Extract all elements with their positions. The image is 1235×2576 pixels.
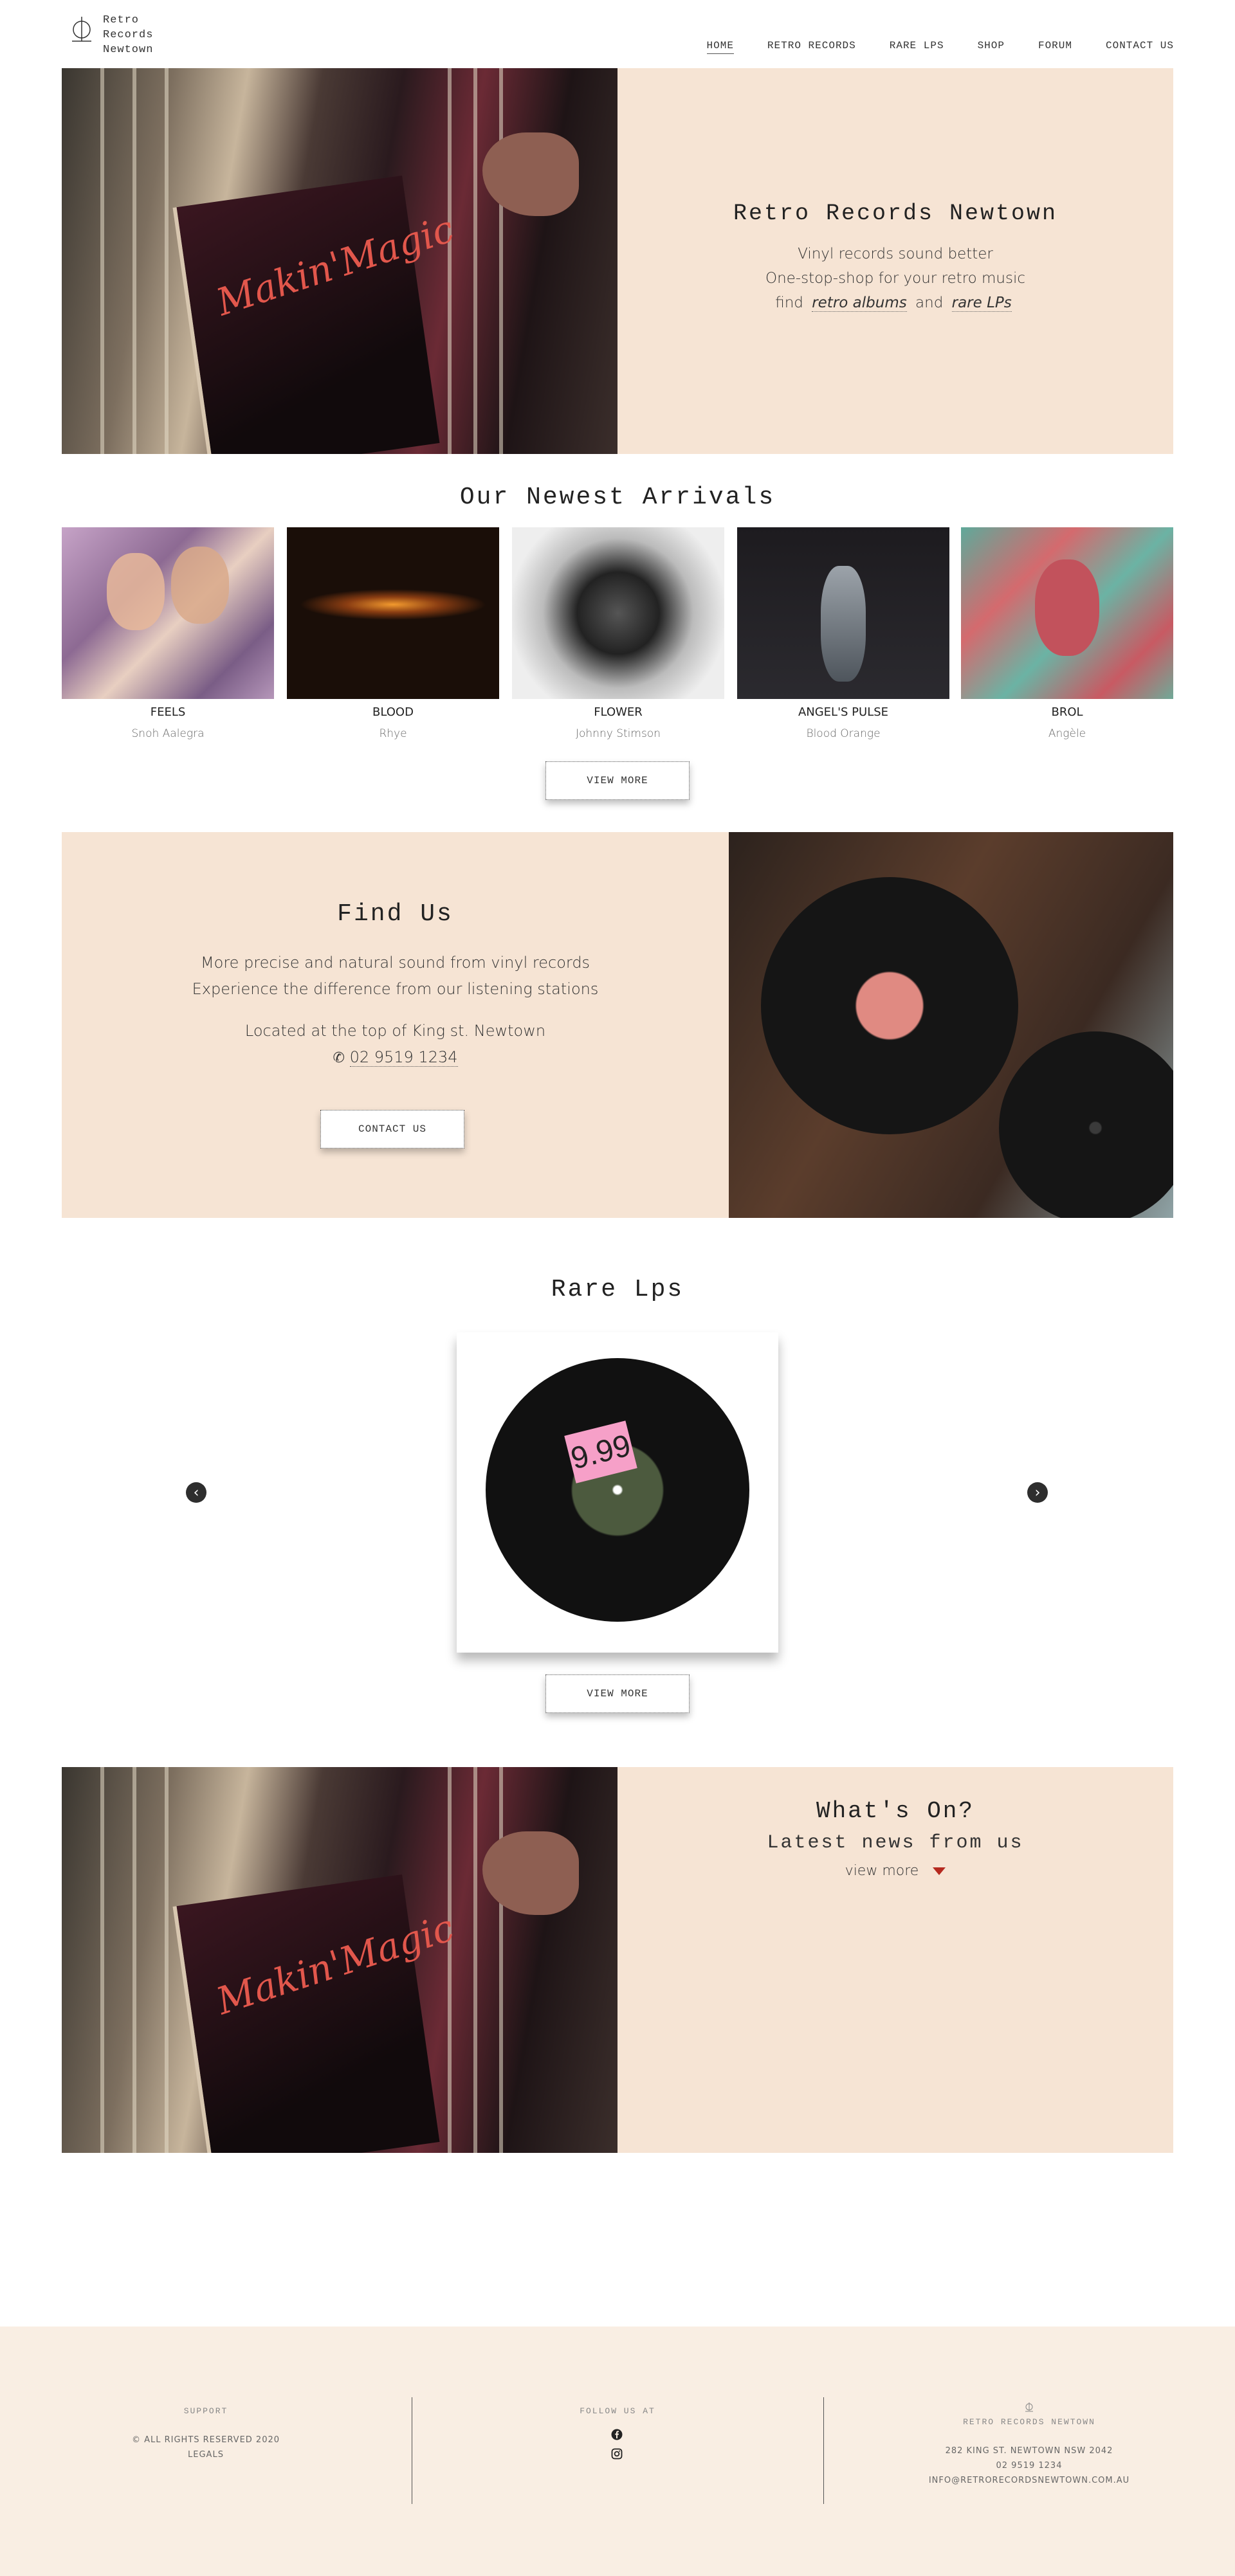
phone-link[interactable]: 02 9519 1234 [349, 1048, 458, 1067]
album-card[interactable]: ANGEL'S PULSE Blood Orange [737, 527, 949, 740]
hand-image [482, 1831, 579, 1915]
nav-forum[interactable]: FORUM [1038, 40, 1072, 54]
hero-panel: Retro Records Newtown Vinyl records soun… [618, 68, 1173, 454]
hero-find-text: find [775, 295, 803, 311]
contact-us-button[interactable]: CONTACT US [320, 1110, 464, 1148]
album-cover[interactable] [961, 527, 1173, 699]
arrivals-view-more-button[interactable]: VIEW MORE [545, 761, 690, 800]
site-footer: SUPPORT © ALL RIGHTS RESERVED 2020 LEGAL… [0, 2327, 1235, 2576]
album-artist: Rhye [379, 727, 407, 740]
album-cover[interactable] [512, 527, 724, 699]
find-us-description: More precise and natural sound from viny… [62, 950, 729, 1002]
whats-on-title: What's On? [816, 1798, 975, 1824]
whats-on-subtitle: Latest news from us [767, 1832, 1024, 1854]
logo-line-3: Newtown [103, 44, 154, 56]
sleeve-title: Makin'Magic [211, 1905, 459, 2024]
hero-line-3: find retro albums and rare LPs [618, 291, 1173, 315]
arrivals-title: Our Newest Arrivals [459, 484, 776, 511]
whats-on-view-more[interactable]: view more [618, 1863, 1173, 1879]
caret-down-icon[interactable] [933, 1867, 946, 1875]
phone-icon: ✆ [333, 1050, 345, 1066]
find-us-address: Located at the top of King st. Newtown [244, 1022, 546, 1040]
footer-contact: RETRO RECORDS NEWTOWN 282 KING ST. NEWTO… [823, 2402, 1235, 2488]
hero-subtitle: Vinyl records sound better One-stop-shop… [618, 242, 1173, 315]
footer-support: SUPPORT © ALL RIGHTS RESERVED 2020 LEGAL… [0, 2406, 412, 2462]
album-cover[interactable] [62, 527, 274, 699]
logo-mark-icon [71, 15, 93, 55]
chevron-left-icon[interactable]: ‹ [186, 1482, 206, 1503]
find-us-panel: Find Us More precise and natural sound f… [62, 832, 729, 1218]
rare-lps-title: Rare Lps [551, 1276, 684, 1303]
album-title: ANGEL'S PULSE [798, 705, 889, 719]
nav-retro-records[interactable]: RETRO RECORDS [767, 40, 856, 54]
album-artist: Angèle [1048, 727, 1086, 740]
nav-shop[interactable]: SHOP [978, 40, 1005, 54]
album-cover[interactable] [287, 527, 499, 699]
hand-image [482, 132, 579, 216]
footer-address: 282 KING ST. NEWTOWN NSW 2042 [945, 2446, 1113, 2456]
facebook-icon[interactable] [611, 2429, 623, 2440]
phone-row: ✆ 02 9519 1234 [62, 1044, 729, 1071]
hero-title: Retro Records Newtown [733, 201, 1058, 226]
find-us-location: Located at the top of King st. Newtown ✆… [62, 1018, 729, 1071]
logo-line-1: Retro [103, 14, 140, 26]
album-artist: Snoh Aalegra [131, 727, 205, 740]
vinyl-hands-image [729, 832, 1173, 1218]
instagram-icon[interactable] [611, 2448, 623, 2460]
footer-logo-icon [823, 2402, 1235, 2417]
hero-and-text: and [915, 295, 944, 311]
footer-follow: FOLLOW US AT [412, 2406, 823, 2467]
find-us-title: Find Us [337, 900, 453, 928]
nav-home[interactable]: HOME [706, 40, 734, 54]
album-title: FLOWER [594, 705, 643, 719]
vinyl-record-image [486, 1358, 749, 1622]
whats-on-view-more-label[interactable]: view more [845, 1863, 919, 1879]
footer-support-heading: SUPPORT [183, 2406, 228, 2416]
footer-rights: © ALL RIGHTS RESERVED 2020 [131, 2435, 280, 2445]
hero-image: Makin'Magic [62, 68, 618, 454]
main-nav: HOME RETRO RECORDS RARE LPS SHOP FORUM C… [673, 40, 1174, 54]
logo-text: Retro Records Newtown [103, 13, 153, 57]
album-artist: Blood Orange [806, 727, 881, 740]
footer-email-link[interactable]: INFO@RETRORECORDSNEWTOWN.COM.AU [823, 2473, 1235, 2488]
rare-lp-card[interactable]: 9.99 [457, 1332, 778, 1653]
find-us-line-2: Experience the difference from our liste… [192, 980, 599, 998]
whats-on-image: Makin'Magic [62, 1767, 618, 2153]
find-us-line-1: More precise and natural sound from viny… [200, 954, 590, 972]
album-card[interactable]: FLOWER Johnny Stimson [512, 527, 724, 740]
album-title: BLOOD [372, 705, 414, 719]
album-cover[interactable] [737, 527, 949, 699]
record-sleeve: Makin'Magic [172, 1874, 459, 2153]
footer-follow-heading: FOLLOW US AT [580, 2406, 655, 2416]
rare-view-more-button[interactable]: VIEW MORE [545, 1674, 690, 1713]
whats-on-panel: What's On? Latest news from us view more [618, 1767, 1173, 2153]
hero-line-1: Vinyl records sound better [798, 246, 993, 262]
sleeve-title: Makin'Magic [211, 206, 459, 325]
footer-phone: 02 9519 1234 [996, 2461, 1063, 2471]
nav-contact-us[interactable]: CONTACT US [1106, 40, 1174, 54]
site-header: Retro Records Newtown HOME RETRO RECORDS… [0, 0, 1235, 68]
album-title: BROL [1051, 705, 1083, 719]
footer-legals-link[interactable]: LEGALS [0, 2447, 412, 2462]
album-card[interactable]: FEELS Snoh Aalegra [62, 527, 274, 740]
album-card[interactable]: BLOOD Rhye [287, 527, 499, 740]
logo-line-2: Records [103, 29, 154, 41]
hero-line-2: One-stop-shop for your retro music [765, 270, 1026, 287]
album-title: FEELS [150, 705, 186, 719]
rare-lps-link[interactable]: rare LPs [951, 295, 1012, 312]
social-links [611, 2429, 624, 2460]
chevron-right-icon[interactable]: › [1027, 1482, 1048, 1503]
retro-albums-link[interactable]: retro albums [812, 295, 907, 312]
album-card[interactable]: BROL Angèle [961, 527, 1173, 740]
record-sleeve: Makin'Magic [172, 175, 459, 454]
nav-rare-lps[interactable]: RARE LPS [890, 40, 944, 54]
footer-brand-heading: RETRO RECORDS NEWTOWN [963, 2417, 1095, 2427]
album-artist: Johnny Stimson [576, 727, 661, 740]
logo[interactable]: Retro Records Newtown [71, 13, 153, 57]
